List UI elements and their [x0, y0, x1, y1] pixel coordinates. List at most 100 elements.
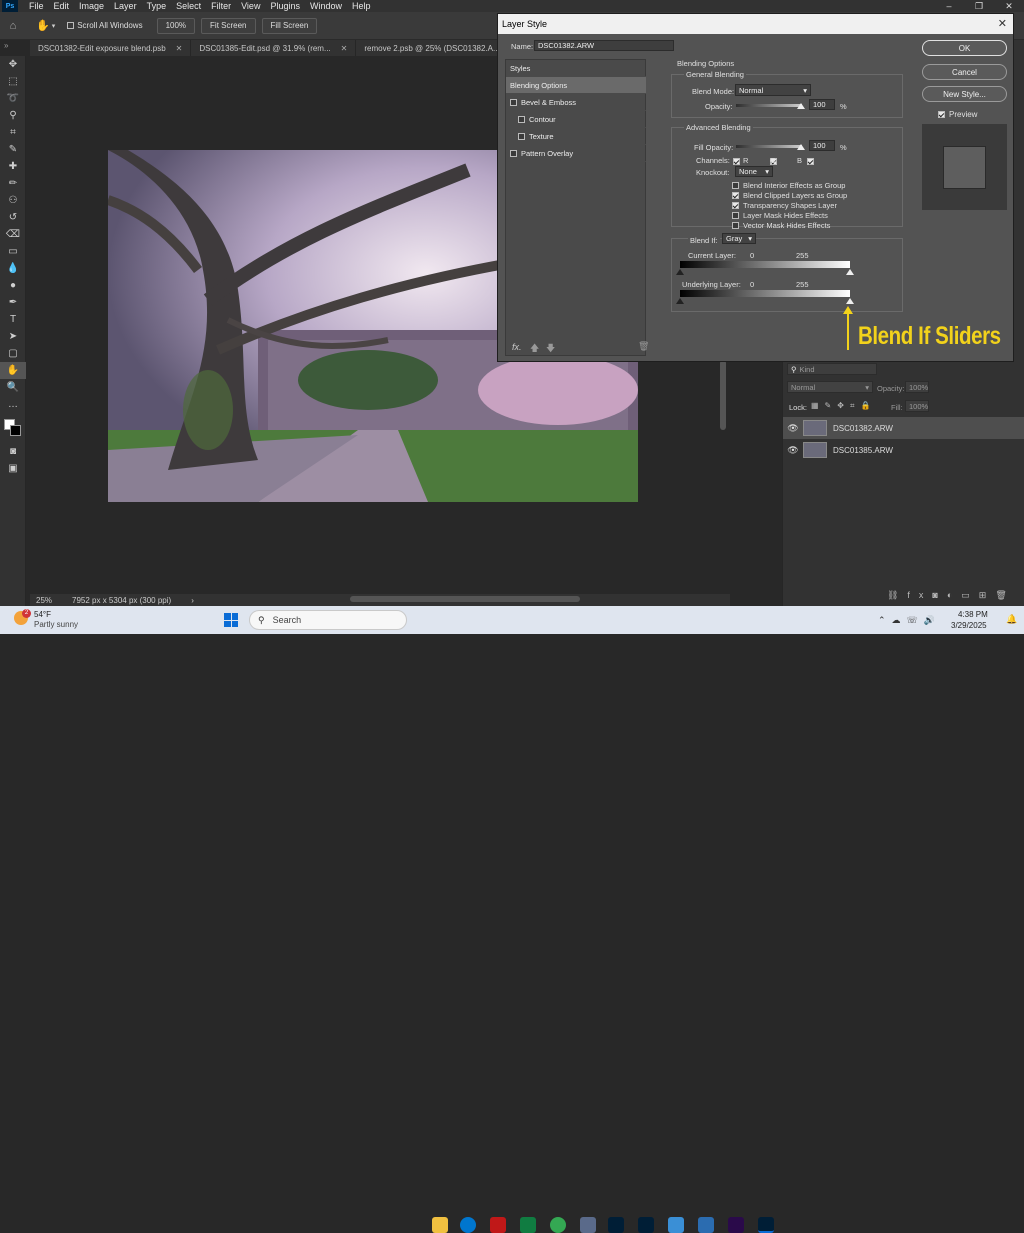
close-icon[interactable]: ✕: [998, 17, 1007, 30]
color-swatches[interactable]: [0, 413, 25, 443]
channel-b-checkbox[interactable]: [806, 158, 814, 165]
tab-document-1[interactable]: DSC01382-Edit exposure blend.psb ✕: [30, 40, 192, 56]
ok-button[interactable]: OK: [922, 40, 1007, 56]
clock-time[interactable]: 4:38 PM: [958, 610, 988, 619]
menu-edit[interactable]: Edit: [49, 0, 75, 12]
tray-icons[interactable]: ⌃☁☏🔊: [878, 615, 941, 626]
pen-tool-icon[interactable]: ✒: [0, 294, 26, 311]
fill-opacity-slider[interactable]: [736, 145, 802, 148]
zoom-100-button[interactable]: 100%: [156, 17, 196, 34]
eraser-tool-icon[interactable]: ⌫: [0, 226, 26, 243]
style-pattern-overlay[interactable]: Pattern Overlay: [506, 145, 646, 162]
menu-layer[interactable]: Layer: [109, 0, 142, 12]
background-color[interactable]: [10, 425, 21, 436]
menu-type[interactable]: Type: [142, 0, 172, 12]
zoom-tool-icon[interactable]: 🔍: [0, 379, 26, 396]
underlying-layer-gradient[interactable]: [680, 290, 850, 297]
crop-tool-icon[interactable]: ⌗: [0, 124, 26, 141]
blur-tool-icon[interactable]: 💧: [0, 260, 26, 277]
quick-select-tool-icon[interactable]: ⚲: [0, 107, 26, 124]
history-brush-icon[interactable]: ↺: [0, 209, 26, 226]
more-tools-icon[interactable]: …: [0, 396, 26, 413]
menu-window[interactable]: Window: [305, 0, 347, 12]
advanced-option[interactable]: Blend Clipped Layers as Group: [732, 191, 847, 200]
style-checkbox[interactable]: [518, 115, 525, 123]
layers-footer-icons[interactable]: ⛓fx◙◐▭⊞🗑: [887, 590, 1016, 601]
screen-mode-icon[interactable]: ▣: [0, 460, 26, 477]
photoshop-active-icon[interactable]: [758, 1217, 774, 1233]
style-checkbox[interactable]: [510, 98, 517, 106]
hand-tool-icon[interactable]: ✋: [0, 362, 26, 379]
new-style-button[interactable]: New Style...: [922, 86, 1007, 102]
layer-row[interactable]: 👁 DSC01385.ARW: [783, 439, 1024, 461]
blend-if-select[interactable]: Gray ▾: [722, 233, 756, 244]
notification-icon[interactable]: 🔔: [1006, 614, 1017, 625]
style-checkbox[interactable]: [518, 132, 525, 140]
panel-collapse-icon[interactable]: »: [4, 41, 8, 50]
move-tool-icon[interactable]: ✥: [0, 56, 26, 73]
file-explorer-icon[interactable]: [432, 1217, 448, 1233]
opacity-slider[interactable]: [736, 104, 802, 107]
layer-row[interactable]: 👁 DSC01382.ARW: [783, 417, 1024, 439]
eye-icon[interactable]: 👁: [783, 423, 803, 434]
current-layer-black-handle[interactable]: [676, 269, 684, 275]
option-checkbox[interactable]: [732, 192, 739, 199]
onedrive-icon[interactable]: [668, 1217, 684, 1233]
path-select-icon[interactable]: ➤: [0, 328, 26, 345]
styles-header[interactable]: Styles: [506, 60, 646, 77]
horizontal-scrollbar[interactable]: [350, 596, 580, 602]
close-icon[interactable]: ✕: [994, 0, 1024, 12]
option-checkbox[interactable]: [732, 182, 739, 189]
move-down-icon[interactable]: 🡇: [546, 341, 555, 357]
advanced-option[interactable]: Transparency Shapes Layer: [732, 201, 837, 210]
channel-r-checkbox[interactable]: [733, 158, 740, 165]
eyedropper-tool-icon[interactable]: ✎: [0, 141, 26, 158]
menu-plugins[interactable]: Plugins: [265, 0, 305, 12]
advanced-option[interactable]: Vector Mask Hides Effects: [732, 221, 830, 230]
close-icon[interactable]: ✕: [176, 44, 183, 53]
opacity-field[interactable]: 100: [809, 99, 835, 110]
photoshop-icon[interactable]: [638, 1217, 654, 1233]
advanced-option[interactable]: Blend Interior Effects as Group: [732, 181, 845, 190]
menu-view[interactable]: View: [236, 0, 265, 12]
restore-icon[interactable]: ❐: [964, 0, 994, 12]
layer-fill-field[interactable]: 100%: [905, 400, 929, 412]
underlying-layer-white-handle[interactable]: [846, 298, 854, 304]
clock-date[interactable]: 3/29/2025: [951, 621, 987, 630]
layer-opacity-field[interactable]: 100%: [905, 381, 929, 393]
preview-checkbox[interactable]: [938, 111, 945, 118]
blend-mode-select[interactable]: Normal ▾: [735, 84, 811, 96]
fill-opacity-slider-handle[interactable]: [797, 144, 805, 150]
type-tool-icon[interactable]: T: [0, 311, 26, 328]
menu-file[interactable]: File: [24, 0, 49, 12]
calculator-icon[interactable]: [580, 1217, 596, 1233]
menu-filter[interactable]: Filter: [206, 0, 236, 12]
opacity-slider-handle[interactable]: [797, 103, 805, 109]
style-texture[interactable]: Texture: [506, 128, 646, 145]
lightroom-classic-icon[interactable]: [608, 1217, 624, 1233]
option-checkbox[interactable]: [732, 202, 739, 209]
zoom-readout[interactable]: 25%: [36, 596, 52, 605]
premiere-icon[interactable]: [728, 1217, 744, 1233]
underlying-layer-black-handle[interactable]: [676, 298, 684, 304]
quick-mask-icon[interactable]: ◙: [0, 443, 26, 460]
menu-image[interactable]: Image: [74, 0, 109, 12]
excel-icon[interactable]: [520, 1217, 536, 1233]
preview-toggle[interactable]: Preview: [938, 110, 977, 119]
dell-icon[interactable]: [460, 1217, 476, 1233]
minimize-icon[interactable]: –: [934, 0, 964, 12]
option-checkbox[interactable]: [732, 212, 739, 219]
fill-screen-button[interactable]: Fill Screen: [261, 17, 318, 34]
scroll-all-checkbox[interactable]: [67, 22, 75, 29]
style-blending-options[interactable]: Blending Options: [506, 77, 646, 94]
layer-blend-mode-select[interactable]: Normal ▾: [787, 381, 873, 393]
healing-brush-icon[interactable]: ✚: [0, 158, 26, 175]
taskbar-search[interactable]: ⚲ Search: [249, 610, 407, 630]
gradient-tool-icon[interactable]: ▭: [0, 243, 26, 260]
eye-icon[interactable]: 👁: [783, 445, 803, 456]
close-icon[interactable]: ✕: [341, 44, 348, 53]
cancel-button[interactable]: Cancel: [922, 64, 1007, 80]
start-button[interactable]: [224, 613, 238, 627]
option-checkbox[interactable]: [732, 222, 739, 229]
menu-select[interactable]: Select: [171, 0, 206, 12]
